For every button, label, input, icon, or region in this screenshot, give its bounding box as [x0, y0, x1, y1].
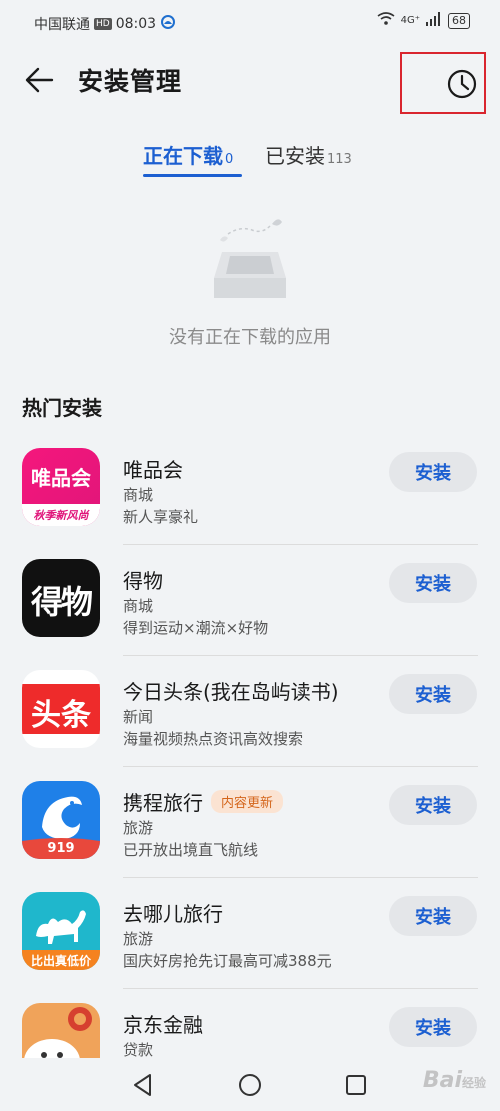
watermark-text: Bai	[422, 1068, 462, 1093]
divider	[123, 655, 478, 656]
tab-count: 0	[225, 152, 234, 167]
tab-downloading[interactable]: 正在下载 0	[143, 140, 233, 169]
divider	[123, 877, 478, 878]
app-category: 贷款	[123, 1041, 154, 1058]
history-clock-icon[interactable]	[446, 68, 478, 100]
jd-finance-app-icon	[22, 1003, 100, 1058]
icon-subtext: 秋季新风尚	[33, 509, 89, 522]
app-name: 唯品会	[123, 454, 183, 483]
install-button[interactable]: 安装	[389, 563, 477, 603]
app-name: 携程旅行 内容更新	[123, 787, 284, 816]
app-name: 得物	[123, 565, 163, 594]
app-name: 今日头条(我在岛屿读书)	[123, 676, 339, 705]
icon-text: 唯品会	[31, 466, 91, 490]
divider	[123, 988, 478, 989]
carrier-label: 中国联通	[34, 17, 90, 33]
app-list: 唯品会 秋季新风尚 唯品会 商城 新人享豪礼 安装 得物 得物 商城 得到运动×…	[0, 436, 500, 1058]
notification-icon	[160, 14, 176, 34]
nav-home-icon[interactable]	[237, 1072, 263, 1102]
tab-label: 正在下载	[143, 144, 223, 168]
icon-text: 比出真低价	[30, 954, 91, 968]
tab-bar: 正在下载 0 已安装 113	[0, 140, 500, 180]
app-category: 新闻	[123, 708, 154, 726]
clock: 08:03	[115, 16, 157, 32]
list-item[interactable]: 得物 得物 商城 得到运动×潮流×好物 安装	[0, 547, 500, 658]
nav-recents-icon[interactable]	[343, 1072, 369, 1102]
icon-text: 得物	[30, 583, 93, 621]
empty-box-icon	[200, 212, 300, 304]
app-description: 得到运动×潮流×好物	[123, 619, 269, 637]
app-category: 商城	[123, 486, 154, 504]
app-name-text: 今日头条(我在岛屿读书)	[123, 680, 339, 704]
app-header: 安装管理	[0, 46, 500, 116]
list-item[interactable]: 头条 今日头条(我在岛屿读书) 新闻 海量视频热点资讯高效搜索 安装	[0, 658, 500, 769]
ctrip-app-icon: 919	[22, 781, 100, 859]
app-name: 京东金融	[123, 1009, 203, 1038]
app-description: 已开放出境直飞航线	[123, 841, 259, 859]
hd-badge: HD	[94, 18, 112, 30]
page-title: 安装管理	[78, 67, 183, 96]
app-name-text: 去哪儿旅行	[123, 902, 223, 926]
tab-installed[interactable]: 已安装 113	[265, 140, 352, 169]
icon-text: 头条	[31, 698, 91, 733]
list-item[interactable]: 京东金融 贷款 安装	[0, 991, 500, 1058]
empty-state-text: 没有正在下载的应用	[169, 327, 331, 348]
list-item[interactable]: 比出真低价 去哪儿旅行 旅游 国庆好房抢先订最高可减388元 安装	[0, 880, 500, 991]
app-category: 旅游	[123, 930, 154, 948]
app-description: 新人享豪礼	[123, 508, 199, 526]
install-button[interactable]: 安装	[389, 785, 477, 825]
app-description: 国庆好房抢先订最高可减388元	[123, 952, 332, 970]
history-highlight-box	[400, 52, 486, 114]
list-item[interactable]: 919 携程旅行 内容更新 旅游 已开放出境直飞航线 安装	[0, 769, 500, 880]
watermark-logo: Bai经验	[423, 1068, 486, 1093]
toutiao-app-icon: 头条	[22, 670, 100, 748]
vipshop-app-icon: 唯品会 秋季新风尚	[22, 448, 100, 526]
icon-text: 919	[47, 841, 75, 856]
app-category: 旅游	[123, 819, 154, 837]
nav-back-icon[interactable]	[130, 1072, 156, 1102]
divider	[123, 544, 478, 545]
status-bar: 中国联通 HD 08:03 4G⁺ 68	[0, 0, 500, 46]
app-description: 海量视频热点资讯高效搜索	[123, 730, 304, 748]
app-name-text: 携程旅行	[123, 791, 203, 815]
list-item[interactable]: 唯品会 秋季新风尚 唯品会 商城 新人享豪礼 安装	[0, 436, 500, 547]
section-title: 热门安装	[22, 396, 102, 420]
divider	[123, 766, 478, 767]
signal-icon	[426, 12, 442, 29]
watermark-subtext: 经验	[461, 1076, 486, 1090]
install-button[interactable]: 安装	[389, 452, 477, 492]
tab-active-indicator	[143, 174, 242, 177]
install-button[interactable]: 安装	[389, 1007, 477, 1047]
tab-count: 113	[327, 152, 352, 167]
back-arrow-icon[interactable]	[24, 64, 56, 96]
battery-indicator: 68	[448, 12, 470, 29]
app-name: 去哪儿旅行	[123, 898, 223, 927]
app-name-text: 京东金融	[123, 1013, 203, 1037]
install-button[interactable]: 安装	[389, 674, 477, 714]
app-name-text: 得物	[123, 569, 163, 593]
qunar-app-icon: 比出真低价	[22, 892, 100, 970]
update-badge: 内容更新	[211, 790, 284, 813]
network-label: 4G⁺	[400, 15, 420, 26]
app-category: 商城	[123, 597, 154, 615]
install-button[interactable]: 安装	[389, 896, 477, 936]
tab-label: 已安装	[265, 144, 325, 168]
app-name-text: 唯品会	[123, 458, 183, 482]
wifi-icon	[377, 12, 395, 29]
dewu-app-icon: 得物	[22, 559, 100, 637]
